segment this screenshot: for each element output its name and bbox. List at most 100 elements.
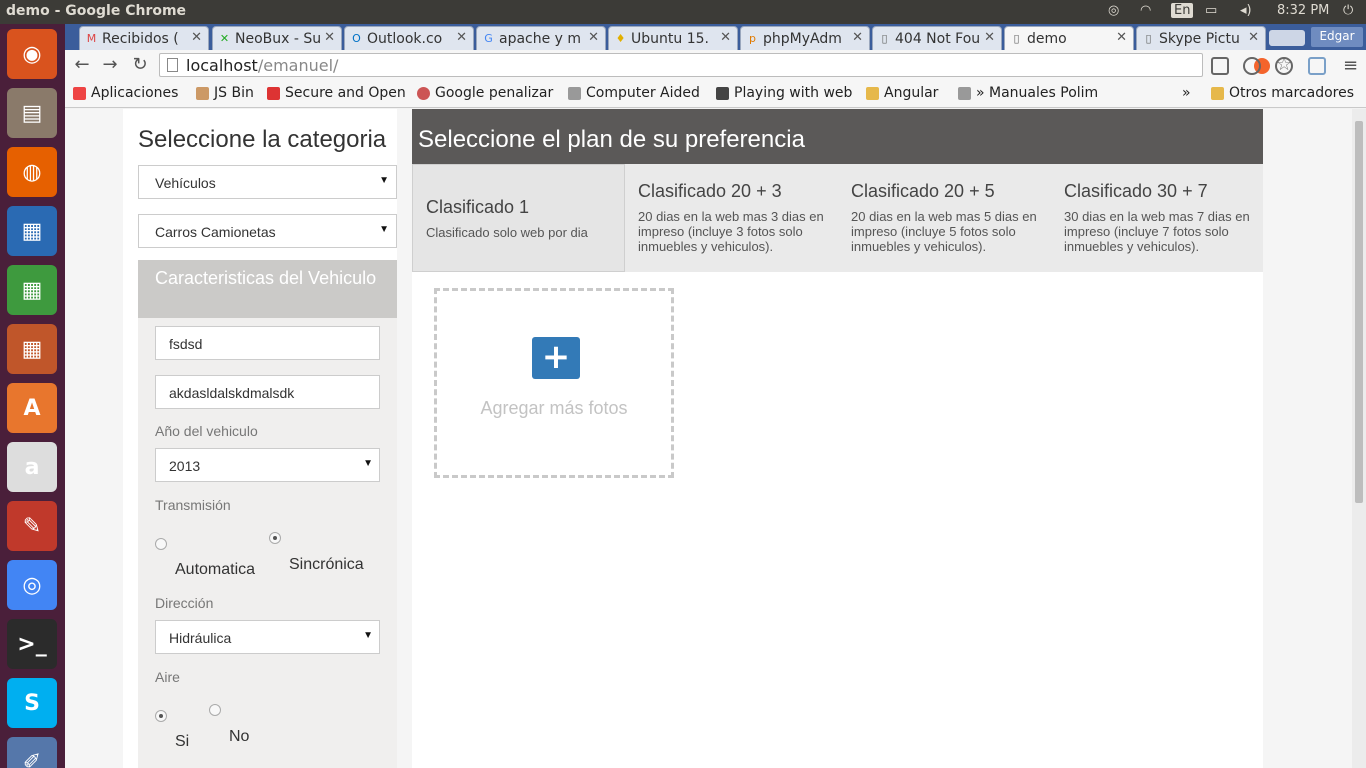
tab[interactable]: ✕ NeoBux - Su ✕ xyxy=(212,26,342,50)
tab-close-icon[interactable]: ✕ xyxy=(984,30,995,45)
plan-option[interactable]: Clasificado 1 Clasificado solo web por d… xyxy=(412,164,625,272)
tab-close-icon[interactable]: ✕ xyxy=(191,30,202,45)
field-2-input[interactable]: akdasldalskdmalsdk xyxy=(155,375,380,409)
reload-icon[interactable]: ↻ xyxy=(129,54,151,76)
plan-title-text: Clasificado 30 + 7 xyxy=(1064,181,1208,201)
tab[interactable]: ♦ Ubuntu 15. ✕ xyxy=(608,26,738,50)
category-panel: Seleccione la categoria Vehículos ▼ Carro… xyxy=(123,109,397,768)
launcher: ◉ ▤ ◍ ▦ ▦ ▦ Aa ✎ ◎ >_ S ✐ xyxy=(0,24,65,768)
plan-description: 20 dias en la web mas 3 dias en impreso … xyxy=(638,209,824,254)
cast-icon[interactable] xyxy=(1211,57,1229,75)
tab-close-icon[interactable]: ✕ xyxy=(720,30,731,45)
tab-close-icon[interactable]: ✕ xyxy=(456,30,467,45)
keyboard-layout[interactable]: En xyxy=(1171,3,1194,18)
category-select[interactable]: Vehículos ▼ xyxy=(138,165,397,199)
direction-select[interactable]: Hidráulica ▼ xyxy=(155,620,380,654)
system-top-bar: demo - Google Chrome ◎ ◠ En ▭ ◂) 8:32 PM… xyxy=(0,0,1366,24)
avatar-icon xyxy=(716,87,729,100)
bookmark-item[interactable]: Computer Aided xyxy=(568,85,700,101)
scrollbar-thumb[interactable] xyxy=(1355,121,1363,503)
tab-close-icon[interactable]: ✕ xyxy=(1248,30,1259,45)
tab[interactable]: M Recibidos (✕ xyxy=(79,26,209,50)
page-scrollbar[interactable] xyxy=(1352,109,1366,768)
back-icon[interactable]: ← xyxy=(71,54,93,76)
volume-icon[interactable]: ◂) xyxy=(1240,3,1252,18)
chrome-menu-icon[interactable]: ≡ xyxy=(1343,55,1358,76)
tab-favicon-icon: p xyxy=(749,32,756,45)
firefox-icon[interactable]: ◍ xyxy=(7,147,57,197)
tab[interactable]: ▯ 404 Not Fou ✕ xyxy=(872,26,1002,50)
tab[interactable]: p phpMyAdm ✕ xyxy=(740,26,870,50)
year-select[interactable]: 2013 ▼ xyxy=(155,448,380,482)
extension-refresh-icon[interactable] xyxy=(1275,57,1293,75)
bookmark-label: » Manuales Polim xyxy=(976,85,1099,101)
files-icon[interactable]: ▤ xyxy=(7,88,57,138)
direction-value: Hidráulica xyxy=(169,630,232,646)
skype-icon[interactable]: S xyxy=(7,678,57,728)
transmission-automatica-radio[interactable] xyxy=(155,538,167,550)
extension-sync-icon[interactable] xyxy=(1243,57,1261,75)
address-host: localhost xyxy=(186,56,258,75)
forward-icon[interactable]: → xyxy=(99,54,121,76)
wifi-icon[interactable]: ◠ xyxy=(1140,3,1151,18)
clock[interactable]: 8:32 PM xyxy=(1277,3,1329,18)
bookmark-item[interactable]: Google penalizar xyxy=(417,85,553,101)
browser-window: ▯ Skype Pictu ✕ ▯ demo ✕ ▯ 404 Not Fou ✕ p phpMyAd… xyxy=(65,24,1366,768)
tab[interactable]: ▯ Skype Pictu ✕ xyxy=(1136,26,1266,50)
field-1-input[interactable]: fsdsd xyxy=(155,326,380,360)
air-no-label: No xyxy=(229,728,250,745)
page-icon xyxy=(568,87,581,100)
tab-label: NeoBux - Su xyxy=(235,31,322,47)
add-photo-button[interactable]: + xyxy=(532,337,580,379)
other-bookmarks[interactable]: Otros marcadores xyxy=(1211,85,1354,101)
chrome-indicator-icon[interactable]: ◎ xyxy=(1108,3,1119,18)
page-icon xyxy=(958,87,971,100)
chrome-icon[interactable]: ◎ xyxy=(7,560,57,610)
camera-icon[interactable] xyxy=(1308,57,1326,75)
bookmark-item[interactable]: Secure and Open xyxy=(267,85,406,101)
bookmark-item[interactable]: Playing with web xyxy=(716,85,852,101)
calc-icon[interactable]: ▦ xyxy=(7,265,57,315)
plan-option[interactable]: Clasificado 20 + 3 20 dias en la web mas… xyxy=(625,164,838,272)
address-bar[interactable]: localhost/emanuel/ ☆ xyxy=(159,53,1292,77)
tab-close-icon[interactable]: ✕ xyxy=(588,30,599,45)
writer-icon[interactable]: ▦ xyxy=(7,206,57,256)
bookmark-item[interactable]: Angular xyxy=(866,85,938,101)
power-icon[interactable]: ⏻ xyxy=(1343,3,1353,18)
settings-icon[interactable]: ✎ xyxy=(7,501,57,551)
folder-icon xyxy=(1211,87,1224,100)
profile-button[interactable]: Edgar xyxy=(1311,27,1363,47)
plan-title-text: Clasificado 1 xyxy=(426,197,530,217)
tab-favicon-icon: G xyxy=(484,32,493,45)
plan-option[interactable]: Clasificado 30 + 7 30 dias en la web mas… xyxy=(1051,164,1264,272)
subcategory-select[interactable]: Carros Camionetas ▼ xyxy=(138,214,397,248)
air-si-radio[interactable] xyxy=(155,710,167,722)
bookmark-item[interactable]: » Manuales Polim xyxy=(958,85,1098,101)
photo-dropzone[interactable]: + Agregar más fotos xyxy=(434,288,674,478)
battery-icon[interactable]: ▭ xyxy=(1205,3,1217,18)
tab-close-icon[interactable]: ✕ xyxy=(324,30,335,45)
address-path: /emanuel/ xyxy=(257,56,339,75)
terminal-icon[interactable]: >_ xyxy=(7,619,57,669)
bookmark-item[interactable]: Aplicaciones xyxy=(73,85,178,101)
amazon-icon[interactable]: a xyxy=(7,442,57,492)
tab[interactable]: ▯ demo ✕ xyxy=(1004,26,1134,50)
ubuntu-dash-icon[interactable]: ◉ xyxy=(7,29,57,79)
plan-option[interactable]: Clasificado 20 + 5 20 dias en la web mas… xyxy=(838,164,1051,272)
tab-close-icon[interactable]: ✕ xyxy=(1116,30,1127,45)
zoho-icon xyxy=(267,87,280,100)
tab-close-icon[interactable]: ✕ xyxy=(852,30,863,45)
tab-label: phpMyAdm xyxy=(763,31,842,47)
bookmark-label: JS Bin xyxy=(214,85,254,101)
new-tab-button[interactable] xyxy=(1269,30,1305,46)
page-icon xyxy=(167,58,178,72)
text-editor-icon[interactable]: ✐ xyxy=(7,737,57,768)
transmission-sincronica-radio[interactable] xyxy=(269,532,281,544)
bookmark-item[interactable]: JS Bin xyxy=(196,85,254,101)
impress-icon[interactable]: ▦ xyxy=(7,324,57,374)
software-center-icon[interactable]: A xyxy=(7,383,57,433)
tab[interactable]: O Outlook.co ✕ xyxy=(344,26,474,50)
air-no-radio[interactable] xyxy=(209,704,221,716)
tab[interactable]: Gapache y m ✕ xyxy=(476,26,606,50)
bookmarks-overflow[interactable]: » xyxy=(1182,85,1191,101)
